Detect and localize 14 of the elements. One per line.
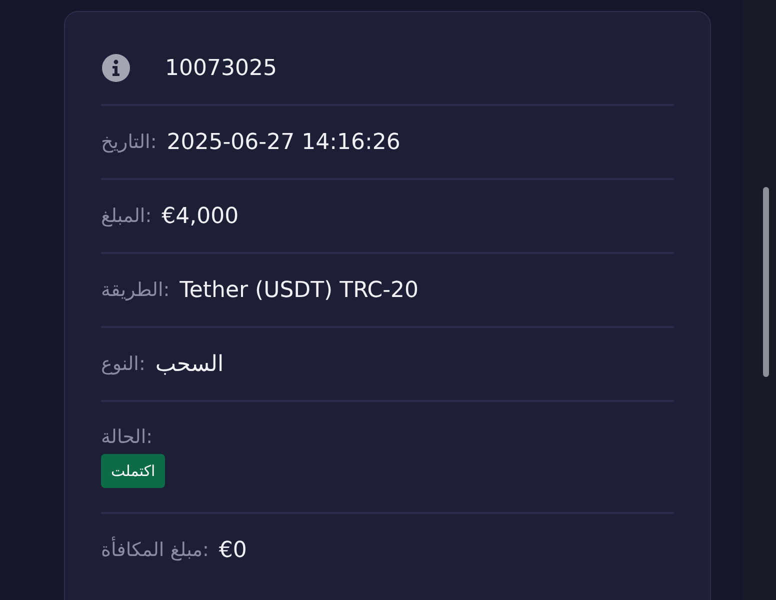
field-label: مبلغ المكافأة: bbox=[101, 539, 209, 561]
info-icon bbox=[101, 53, 131, 83]
field-label: الحالة: bbox=[101, 426, 153, 448]
field-label: المبلغ: bbox=[101, 205, 152, 227]
field-value: 2025-06-27 14:16:26 bbox=[166, 130, 400, 154]
field-value: السحب bbox=[155, 352, 224, 376]
field-label: التاريخ: bbox=[101, 131, 157, 153]
field-label: الطريقة: bbox=[101, 279, 170, 301]
field-value: Tether (USDT) TRC-20 bbox=[180, 278, 419, 302]
transaction-id: 10073025 bbox=[165, 56, 277, 80]
field-label: النوع: bbox=[101, 353, 146, 375]
field-value: €0 bbox=[218, 538, 247, 562]
field-value: €4,000 bbox=[162, 204, 239, 228]
status-badge: اكتملت bbox=[101, 454, 166, 488]
